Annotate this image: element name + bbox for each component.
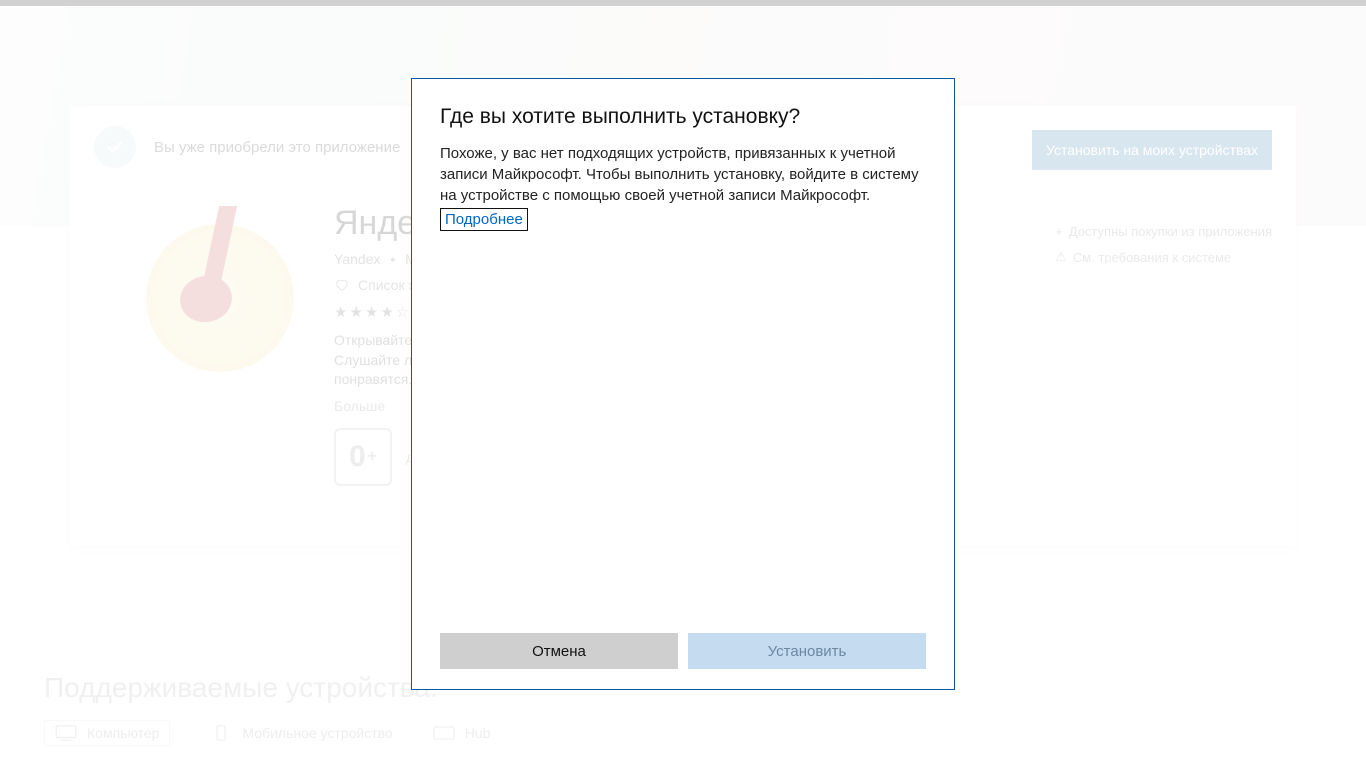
install-button[interactable]: Установить: [688, 633, 926, 669]
install-on-devices-label: Установить на моих устройствах: [1046, 142, 1258, 158]
requirements-link[interactable]: ⚠ См. требования к системе: [1055, 249, 1272, 265]
dialog-body: Похоже, у вас нет подходящих устройств, …: [440, 143, 926, 231]
cancel-button[interactable]: Отмена: [440, 633, 678, 669]
device-mobile[interactable]: Мобильное устройство: [210, 720, 392, 746]
install-on-devices-button[interactable]: Установить на моих устройствах: [1032, 130, 1272, 170]
app-icon: [146, 224, 294, 372]
learn-more-link[interactable]: Подробнее: [440, 208, 528, 231]
plus-icon: +: [1055, 224, 1063, 239]
age-rating-badge: 0+: [334, 428, 392, 486]
pc-icon: [55, 725, 77, 741]
warning-icon: ⚠: [1055, 249, 1067, 265]
owned-banner-text: Вы уже приобрели это приложение: [154, 139, 400, 156]
device-hub[interactable]: Hub: [433, 720, 491, 746]
iap-note: + Доступны покупки из приложения: [1055, 224, 1272, 239]
publisher-name: Yandex: [334, 251, 380, 267]
hub-icon: [433, 725, 455, 741]
install-target-dialog: Где вы хотите выполнить установку? Похож…: [411, 78, 955, 690]
dialog-title: Где вы хотите выполнить установку?: [440, 105, 926, 129]
mobile-icon: [210, 725, 232, 741]
heart-icon: [334, 278, 350, 292]
device-pc[interactable]: Компьютер: [44, 720, 170, 746]
side-notes: + Доступны покупки из приложения ⚠ См. т…: [1055, 224, 1272, 275]
owned-check-icon: [94, 126, 136, 168]
supported-devices-title: Поддерживаемые устройства:: [44, 672, 438, 704]
supported-devices-row: Компьютер Мобильное устройство Hub: [44, 720, 490, 746]
